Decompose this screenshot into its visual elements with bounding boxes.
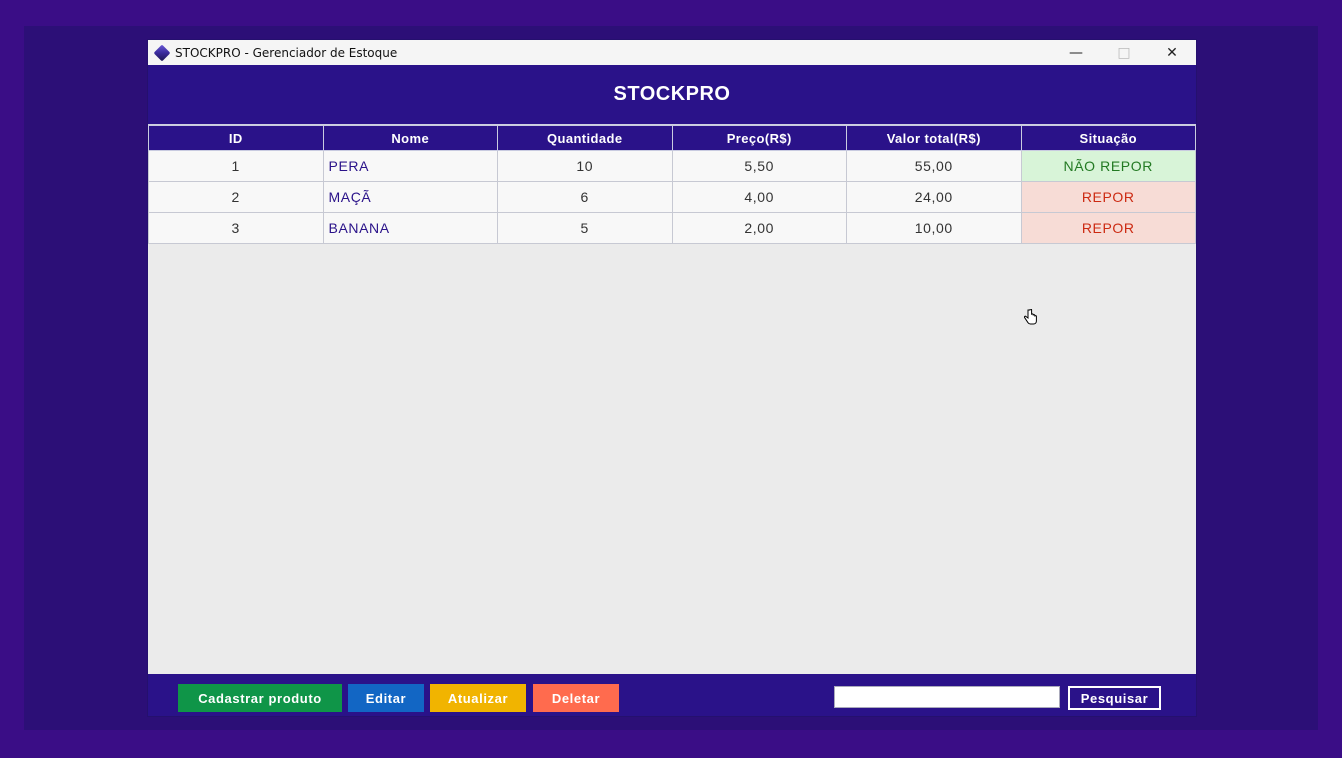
column-header-nome[interactable]: Nome [322,125,498,151]
title-bar: STOCKPRO - Gerenciador de Estoque — □ ✕ [148,40,1196,65]
cell-quantidade: 10 [497,150,673,182]
cell-id: 3 [148,212,324,244]
close-button[interactable]: ✕ [1148,40,1196,65]
cell-valor-total: 10,00 [846,212,1022,244]
products-table-area[interactable]: ID Nome Quantidade Preço(R$) Valor total… [148,124,1196,675]
status-badge: REPOR [1020,181,1196,213]
cell-preco: 5,50 [671,150,847,182]
table-row[interactable]: 2 MAÇÃ 6 4,00 24,00 REPOR [148,181,1196,213]
pesquisar-button[interactable]: Pesquisar [1068,686,1161,710]
column-header-preco[interactable]: Preço(R$) [671,125,847,151]
column-header-situacao[interactable]: Situação [1020,125,1196,151]
stockpro-cube-icon [153,44,171,61]
maximize-button[interactable]: □ [1100,40,1148,65]
table-row[interactable]: 1 PERA 10 5,50 55,00 NÃO REPOR [148,150,1196,182]
action-toolbar: Cadastrar produto Editar Atualizar Delet… [148,674,1196,716]
cell-nome: MAÇÃ [322,181,498,213]
table-header-row: ID Nome Quantidade Preço(R$) Valor total… [148,125,1196,151]
deletar-button[interactable]: Deletar [533,684,619,712]
cell-valor-total: 55,00 [846,150,1022,182]
cadastrar-produto-button[interactable]: Cadastrar produto [178,684,342,712]
column-header-id[interactable]: ID [148,125,324,151]
cell-preco: 2,00 [671,212,847,244]
window-title: STOCKPRO - Gerenciador de Estoque [175,45,398,60]
column-header-quantidade[interactable]: Quantidade [497,125,673,151]
cell-quantidade: 6 [497,181,673,213]
status-badge: NÃO REPOR [1020,150,1196,182]
cell-quantidade: 5 [497,212,673,244]
editar-button[interactable]: Editar [348,684,424,712]
cell-id: 1 [148,150,324,182]
cell-id: 2 [148,181,324,213]
minimize-button[interactable]: — [1052,40,1100,65]
table-row[interactable]: 3 BANANA 5 2,00 10,00 REPOR [148,212,1196,244]
status-badge: REPOR [1020,212,1196,244]
atualizar-button[interactable]: Atualizar [430,684,526,712]
cell-nome: PERA [322,150,498,182]
app-window: STOCKPRO - Gerenciador de Estoque — □ ✕ … [148,40,1196,716]
cell-valor-total: 24,00 [846,181,1022,213]
cell-preco: 4,00 [671,181,847,213]
products-table: ID Nome Quantidade Preço(R$) Valor total… [148,125,1196,244]
column-header-valor-total[interactable]: Valor total(R$) [846,125,1022,151]
cell-nome: BANANA [322,212,498,244]
hand-pointer-icon [1024,309,1037,325]
window-controls: — □ ✕ [1052,40,1196,65]
app-header: STOCKPRO [148,65,1196,124]
search-input[interactable] [834,686,1060,708]
page-title: STOCKPRO [613,83,731,105]
